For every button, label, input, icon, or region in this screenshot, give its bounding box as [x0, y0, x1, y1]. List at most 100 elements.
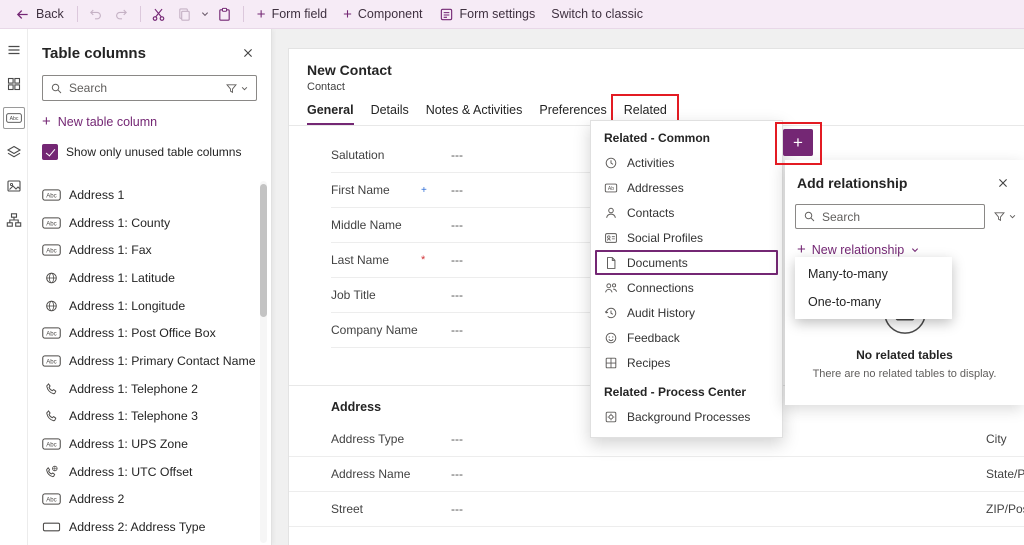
- switch-to-classic-label: Switch to classic: [551, 7, 643, 21]
- column-item-address-1-utc-offset[interactable]: Address 1: UTC Offset: [28, 458, 257, 486]
- column-item-address-1-telephone-3[interactable]: Address 1: Telephone 3: [28, 403, 257, 431]
- paste-button[interactable]: [212, 2, 238, 26]
- column-item-address-1[interactable]: Abc Address 1: [28, 181, 257, 209]
- menu-item-contacts[interactable]: Contacts: [591, 200, 782, 225]
- globe-icon: [42, 271, 61, 285]
- field-label: Last Name: [331, 253, 390, 267]
- checkbox-checked[interactable]: [42, 144, 58, 160]
- field-value: ---: [451, 288, 463, 302]
- new-relationship-button[interactable]: + New relationship: [797, 242, 920, 257]
- menu-item-feedback[interactable]: Feedback: [591, 325, 782, 350]
- form-title: New Contact: [307, 62, 392, 78]
- menu-item-recipes[interactable]: Recipes: [591, 350, 782, 375]
- paste-options-chevron[interactable]: [198, 2, 212, 26]
- redo-button[interactable]: [109, 2, 135, 26]
- column-item-address-1-telephone-2[interactable]: Address 1: Telephone 2: [28, 375, 257, 403]
- undo-button[interactable]: [83, 2, 109, 26]
- column-item-address-1-post-office-box[interactable]: Abc Address 1: Post Office Box: [28, 319, 257, 347]
- relationship-option-one-to-many[interactable]: One-to-many: [795, 288, 952, 316]
- svg-text:Abc: Abc: [46, 331, 56, 338]
- menu-item-label: Recipes: [627, 355, 671, 370]
- menu-section-title: Related - Common: [604, 131, 711, 145]
- field-row-first-name[interactable]: First Name + ---: [331, 173, 594, 208]
- new-table-column-button[interactable]: + New table column: [42, 114, 157, 129]
- add-relationship-button[interactable]: +: [775, 122, 822, 165]
- menu-item-audit-history[interactable]: Audit History: [591, 300, 782, 325]
- relationship-option-many-to-many[interactable]: Many-to-many: [795, 260, 952, 288]
- component-button[interactable]: + Component: [335, 2, 430, 26]
- menu-item-label: Contacts: [627, 205, 675, 220]
- menu-item-label: Addresses: [627, 180, 684, 195]
- menu-item-background-processes[interactable]: Background Processes: [591, 404, 782, 429]
- abc-icon: Abc: [42, 216, 61, 230]
- field-row-last-name[interactable]: Last Name * ---: [331, 243, 594, 278]
- column-item-address-1-county[interactable]: Abc Address 1: County: [28, 209, 257, 237]
- column-item-label: Address 1: [69, 187, 125, 202]
- menu-item-label: Social Profiles: [627, 230, 704, 245]
- apps-button[interactable]: [3, 73, 25, 95]
- copy-button[interactable]: [172, 2, 198, 26]
- table-columns-panel: Table columns + New table column Show on…: [28, 29, 272, 545]
- field-value: ---: [451, 253, 463, 267]
- tree-view-rail-button[interactable]: [3, 209, 25, 231]
- cut-button[interactable]: [146, 2, 172, 26]
- menu-item-addresses[interactable]: Ab Addresses: [591, 175, 782, 200]
- chevron-down-icon: [910, 245, 920, 255]
- column-item-address-1-longitude[interactable]: Address 1: Longitude: [28, 292, 257, 320]
- column-item-label: Address 2: Address Type: [69, 520, 206, 535]
- columns-search-input[interactable]: [69, 81, 219, 95]
- column-item-label: Address 1: Post Office Box: [69, 326, 216, 341]
- tab-details[interactable]: Details: [371, 103, 409, 125]
- column-item-address-1-latitude[interactable]: Address 1: Latitude: [28, 264, 257, 292]
- app-grid-icon: [6, 76, 22, 92]
- form-field-button[interactable]: + Form field: [249, 2, 335, 26]
- components-rail-button[interactable]: [3, 141, 25, 163]
- menu-item-activities[interactable]: Activities: [591, 150, 782, 175]
- columns-filter-button[interactable]: [225, 82, 249, 95]
- scrollbar-track[interactable]: [260, 181, 267, 543]
- column-item-label: Address 1: UTC Offset: [69, 464, 193, 479]
- back-button[interactable]: Back: [6, 2, 72, 26]
- table-columns-rail-button[interactable]: Abc: [2, 107, 25, 129]
- menu-item-connections[interactable]: Connections: [591, 275, 782, 300]
- field-row-company-name[interactable]: Company Name ---: [331, 313, 594, 348]
- svg-text:Abc: Abc: [46, 248, 56, 255]
- menu-item-label: Documents: [627, 255, 688, 270]
- close-panel-button[interactable]: [237, 42, 259, 64]
- back-arrow-icon: [14, 2, 30, 26]
- svg-text:Abc: Abc: [46, 497, 56, 504]
- field-value: ---: [451, 148, 463, 162]
- menu-item-documents[interactable]: Documents: [595, 250, 778, 275]
- switch-to-classic-button[interactable]: Switch to classic: [543, 2, 651, 26]
- close-panel-button[interactable]: [992, 172, 1014, 194]
- address-row-street[interactable]: Street --- ZIP/Posta: [289, 492, 1024, 527]
- panel-title: Table columns: [42, 44, 146, 62]
- tab-notes-activities[interactable]: Notes & Activities: [426, 103, 523, 125]
- field-row-salutation[interactable]: Salutation ---: [331, 138, 594, 173]
- field-row-middle-name[interactable]: Middle Name ---: [331, 208, 594, 243]
- field-row-job-title[interactable]: Job Title ---: [331, 278, 594, 313]
- chevron-down-icon: [200, 9, 210, 19]
- relationship-filter-button[interactable]: [993, 210, 1017, 223]
- field-label: Job Title: [331, 288, 376, 302]
- menu-button[interactable]: [3, 39, 25, 61]
- column-item-address-2-address-type[interactable]: Address 2: Address Type: [28, 513, 257, 541]
- menu-item-social-profiles[interactable]: Social Profiles: [591, 225, 782, 250]
- unused-columns-checkbox-row[interactable]: Show only unused table columns: [42, 144, 257, 160]
- abc-icon: Abc: [42, 243, 61, 257]
- svg-text:Abc: Abc: [46, 220, 56, 227]
- contacts-icon: [604, 206, 618, 220]
- general-fields: Salutation --- First Name + --- Middle Name --…: [331, 138, 594, 348]
- column-item-address-1-primary-contact-name[interactable]: Abc Address 1: Primary Contact Name: [28, 347, 257, 375]
- column-item-address-2[interactable]: Abc Address 2: [28, 486, 257, 514]
- address-row-address-name[interactable]: Address Name --- State/Pro: [289, 457, 1024, 492]
- column-item-address-1-ups-zone[interactable]: Abc Address 1: UPS Zone: [28, 430, 257, 458]
- scrollbar-thumb[interactable]: [260, 184, 267, 317]
- abc-icon: Abc: [42, 188, 61, 202]
- relationship-search-input[interactable]: [822, 209, 977, 224]
- column-item-address-1-fax[interactable]: Abc Address 1: Fax: [28, 236, 257, 264]
- form-settings-button[interactable]: Form settings: [431, 2, 544, 26]
- chevron-down-icon: [240, 84, 249, 93]
- media-rail-button[interactable]: [3, 175, 25, 197]
- tab-general[interactable]: General: [307, 103, 354, 125]
